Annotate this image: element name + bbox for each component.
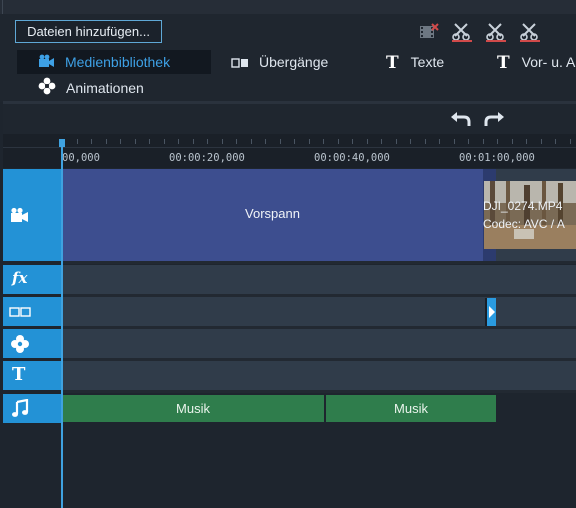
ruler-tick [193,139,194,144]
ruler-tick [265,139,266,144]
ruler-tick [468,139,469,144]
ruler-tick [106,139,107,144]
ruler-tick [207,139,208,144]
text-icon: T [12,364,26,385]
flower-icon [11,335,29,353]
ruler-tick [222,139,223,144]
cut-icon[interactable] [451,22,473,42]
cut-icon[interactable] [519,22,541,42]
ruler-tick [454,139,455,144]
add-files-button[interactable]: Dateien hinzufügen... [15,20,162,43]
clip-filename: DJI_0274.MP4 [483,199,563,213]
timeline-empty-area [0,423,576,508]
cut-icon[interactable] [485,22,507,42]
ruler-tick [280,139,281,144]
ruler-tick [555,139,556,144]
ruler-tick [294,139,295,144]
ruler-tick [410,139,411,144]
redo-icon[interactable] [481,108,507,128]
track-lane-text[interactable] [62,361,576,390]
clip-musik[interactable]: Musik [326,395,496,422]
ruler-tick [149,139,150,144]
ruler-tick [396,139,397,144]
lane-divider [62,261,576,264]
ruler-tick [135,139,136,144]
ruler-tick [570,139,571,144]
ruler-tick [251,139,252,144]
ruler-tick [425,139,426,144]
tab-label: Texte [410,54,445,70]
ruler-tick [367,139,368,144]
ruler-tick [178,139,179,144]
ruler-tick [439,139,440,144]
ruler-tick [483,139,484,144]
track-header-effects[interactable]: fx [3,265,61,294]
tab-label: Vor- u. A [521,54,576,70]
ruler-tick [526,139,527,144]
top-divider [2,0,3,14]
track-header-music[interactable] [3,394,61,423]
playhead[interactable] [61,139,63,508]
ruler-tick [164,139,165,144]
ruler-tick [236,139,237,144]
ruler-tick [77,139,78,144]
music-note-icon [12,399,29,417]
tab-label: Medienbibliothek [65,54,171,70]
tab-label: Animationen [66,80,144,96]
track-header-video[interactable] [3,169,61,261]
track-header-transitions[interactable] [3,297,61,326]
undo-icon[interactable] [448,108,474,128]
clip-codec: Codec: AVC / A [483,217,565,231]
film-delete-icon[interactable] [418,22,440,42]
ruler-label: 00:01:00,000 [459,152,535,164]
text-icon: T [497,53,510,74]
camera-icon [11,207,28,222]
tab-vor-und-abspann[interactable]: T Vor- u. A [497,50,575,74]
video-thumbnail [484,181,576,249]
window-top-strip [0,0,576,14]
track-lane-transitions[interactable] [62,297,576,326]
track-header-text[interactable]: T [3,361,61,390]
clip-dji-0274[interactable] [484,181,576,249]
tab-animationen[interactable]: Animationen [38,76,144,100]
text-icon: T [386,53,399,74]
ruler-label: 00,000 [62,152,100,164]
ruler-tick [352,139,353,144]
track-lane-effects[interactable] [62,265,576,294]
tab-medienbibliothek[interactable]: Medienbibliothek [38,50,170,74]
ruler-tick [91,139,92,144]
playhead-handle[interactable] [59,139,65,147]
ruler-tick [120,139,121,144]
ruler-label: 00:00:20,000 [169,152,245,164]
tab-label: Übergänge [259,54,329,70]
track-header-animations[interactable] [3,329,61,358]
ruler-baseline [3,147,576,148]
tab-texte[interactable]: T Texte [386,50,444,74]
ruler-tick [381,139,382,144]
fx-icon: fx [12,269,28,287]
camera-icon [38,51,55,75]
ruler-tick [338,139,339,144]
ruler-tick [541,139,542,144]
transition-icon [231,51,249,75]
tab-uebergaenge[interactable]: Übergänge [231,50,328,74]
ruler-tick [323,139,324,144]
lane-divider [62,390,576,393]
ruler-tick [309,139,310,144]
clip-label: Vorspann [245,206,300,221]
transition-marker[interactable] [485,298,496,326]
ruler-tick [512,139,513,144]
ruler-tick [497,139,498,144]
ruler-label: 00:00:40,000 [314,152,390,164]
flower-icon [38,77,56,102]
track-lane-animations[interactable] [62,329,576,358]
transition-icon [9,307,31,317]
clip-musik[interactable]: Musik [62,395,324,422]
